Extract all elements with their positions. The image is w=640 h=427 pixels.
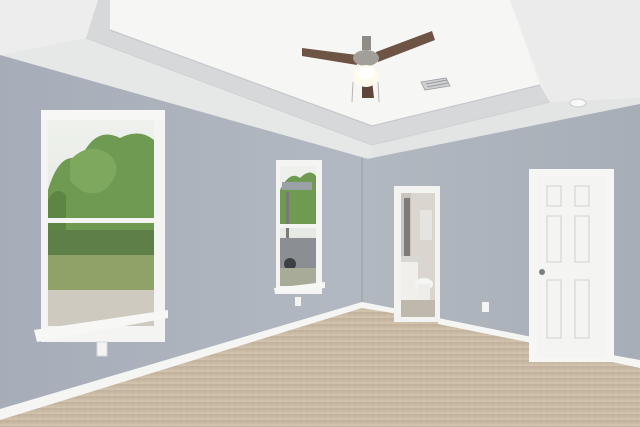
wall-outlet bbox=[482, 302, 489, 312]
wall-outlet bbox=[96, 341, 108, 357]
wall-outlet bbox=[295, 297, 301, 306]
middle-window bbox=[274, 160, 325, 294]
left-window bbox=[34, 110, 168, 342]
smoke-detector bbox=[569, 98, 587, 108]
bedroom-illustration bbox=[0, 0, 640, 427]
closet-door bbox=[529, 169, 614, 362]
door-knob bbox=[539, 269, 545, 275]
bedroom-photo bbox=[0, 0, 640, 427]
bathroom-doorway bbox=[394, 186, 440, 322]
